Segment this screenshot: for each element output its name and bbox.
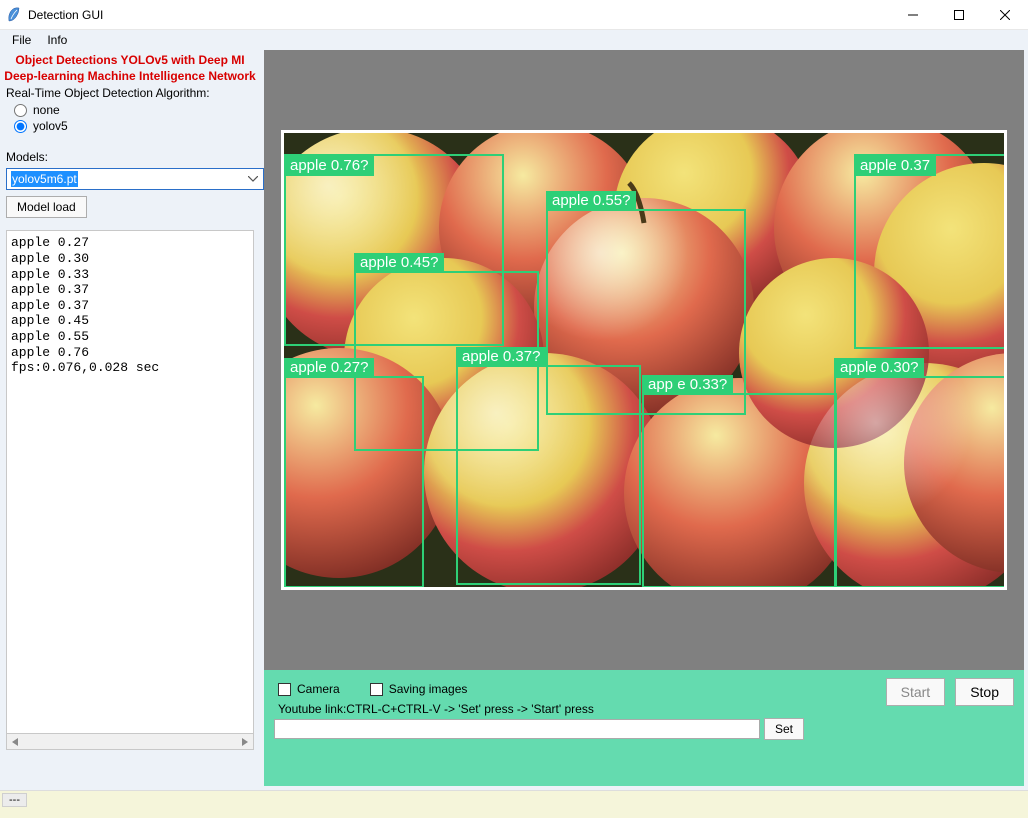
- chevron-down-icon: [245, 171, 261, 187]
- models-label: Models:: [0, 148, 260, 166]
- heading-line1: Object Detections YOLOv5 with Deep MI: [4, 52, 256, 68]
- preview-image: apple 0.76?apple 0.37apple 0.55?apple 0.…: [281, 130, 1007, 590]
- saving-label: Saving images: [389, 682, 468, 696]
- checkbox-icon: [370, 683, 383, 696]
- maximize-button[interactable]: [936, 0, 982, 30]
- app-heading: Object Detections YOLOv5 with Deep MI De…: [0, 50, 260, 84]
- saving-checkbox[interactable]: Saving images: [370, 682, 468, 696]
- model-load-button[interactable]: Model load: [6, 196, 87, 218]
- radio-none-label: none: [33, 103, 60, 117]
- radio-none-input[interactable]: [14, 104, 27, 117]
- stop-button[interactable]: Stop: [955, 678, 1014, 706]
- apples-background: [284, 133, 1004, 587]
- radio-yolov5-input[interactable]: [14, 120, 27, 133]
- left-panel: Object Detections YOLOv5 with Deep MI De…: [0, 50, 260, 790]
- controls-panel: Camera Saving images Youtube link:CTRL-C…: [264, 670, 1024, 786]
- minimize-button[interactable]: [890, 0, 936, 30]
- status-text: ---: [2, 793, 27, 807]
- menu-info[interactable]: Info: [39, 32, 75, 48]
- client-area: Object Detections YOLOv5 with Deep MI De…: [0, 50, 1028, 790]
- scroll-left-icon[interactable]: [8, 735, 22, 749]
- menu-file[interactable]: File: [4, 32, 39, 48]
- window-title: Detection GUI: [28, 8, 103, 22]
- model-select-value: yolov5m6.pt: [11, 171, 78, 187]
- start-button[interactable]: Start: [886, 678, 946, 706]
- app-icon: [6, 7, 22, 23]
- menubar: File Info: [0, 30, 1028, 50]
- set-button[interactable]: Set: [764, 718, 804, 740]
- camera-label: Camera: [297, 682, 340, 696]
- statusbar: ---: [0, 790, 1028, 818]
- log-output[interactable]: apple 0.27 apple 0.30 apple 0.33 apple 0…: [6, 230, 254, 734]
- camera-checkbox[interactable]: Camera: [278, 682, 340, 696]
- log-scrollbar[interactable]: [6, 734, 254, 750]
- radio-yolov5-label: yolov5: [33, 119, 68, 133]
- preview-area: apple 0.76?apple 0.37apple 0.55?apple 0.…: [264, 50, 1024, 670]
- radio-none[interactable]: none: [0, 102, 260, 118]
- model-select[interactable]: yolov5m6.pt: [6, 168, 264, 190]
- heading-line2: Deep-learning Machine Intelligence Netwo…: [4, 68, 256, 84]
- checkbox-icon: [278, 683, 291, 696]
- scroll-right-icon[interactable]: [238, 735, 252, 749]
- right-panel: apple 0.76?apple 0.37apple 0.55?apple 0.…: [260, 50, 1028, 790]
- algo-label: Real-Time Object Detection Algorithm:: [0, 84, 260, 102]
- youtube-input[interactable]: [274, 719, 760, 739]
- radio-yolov5[interactable]: yolov5: [0, 118, 260, 134]
- titlebar: Detection GUI: [0, 0, 1028, 30]
- close-button[interactable]: [982, 0, 1028, 30]
